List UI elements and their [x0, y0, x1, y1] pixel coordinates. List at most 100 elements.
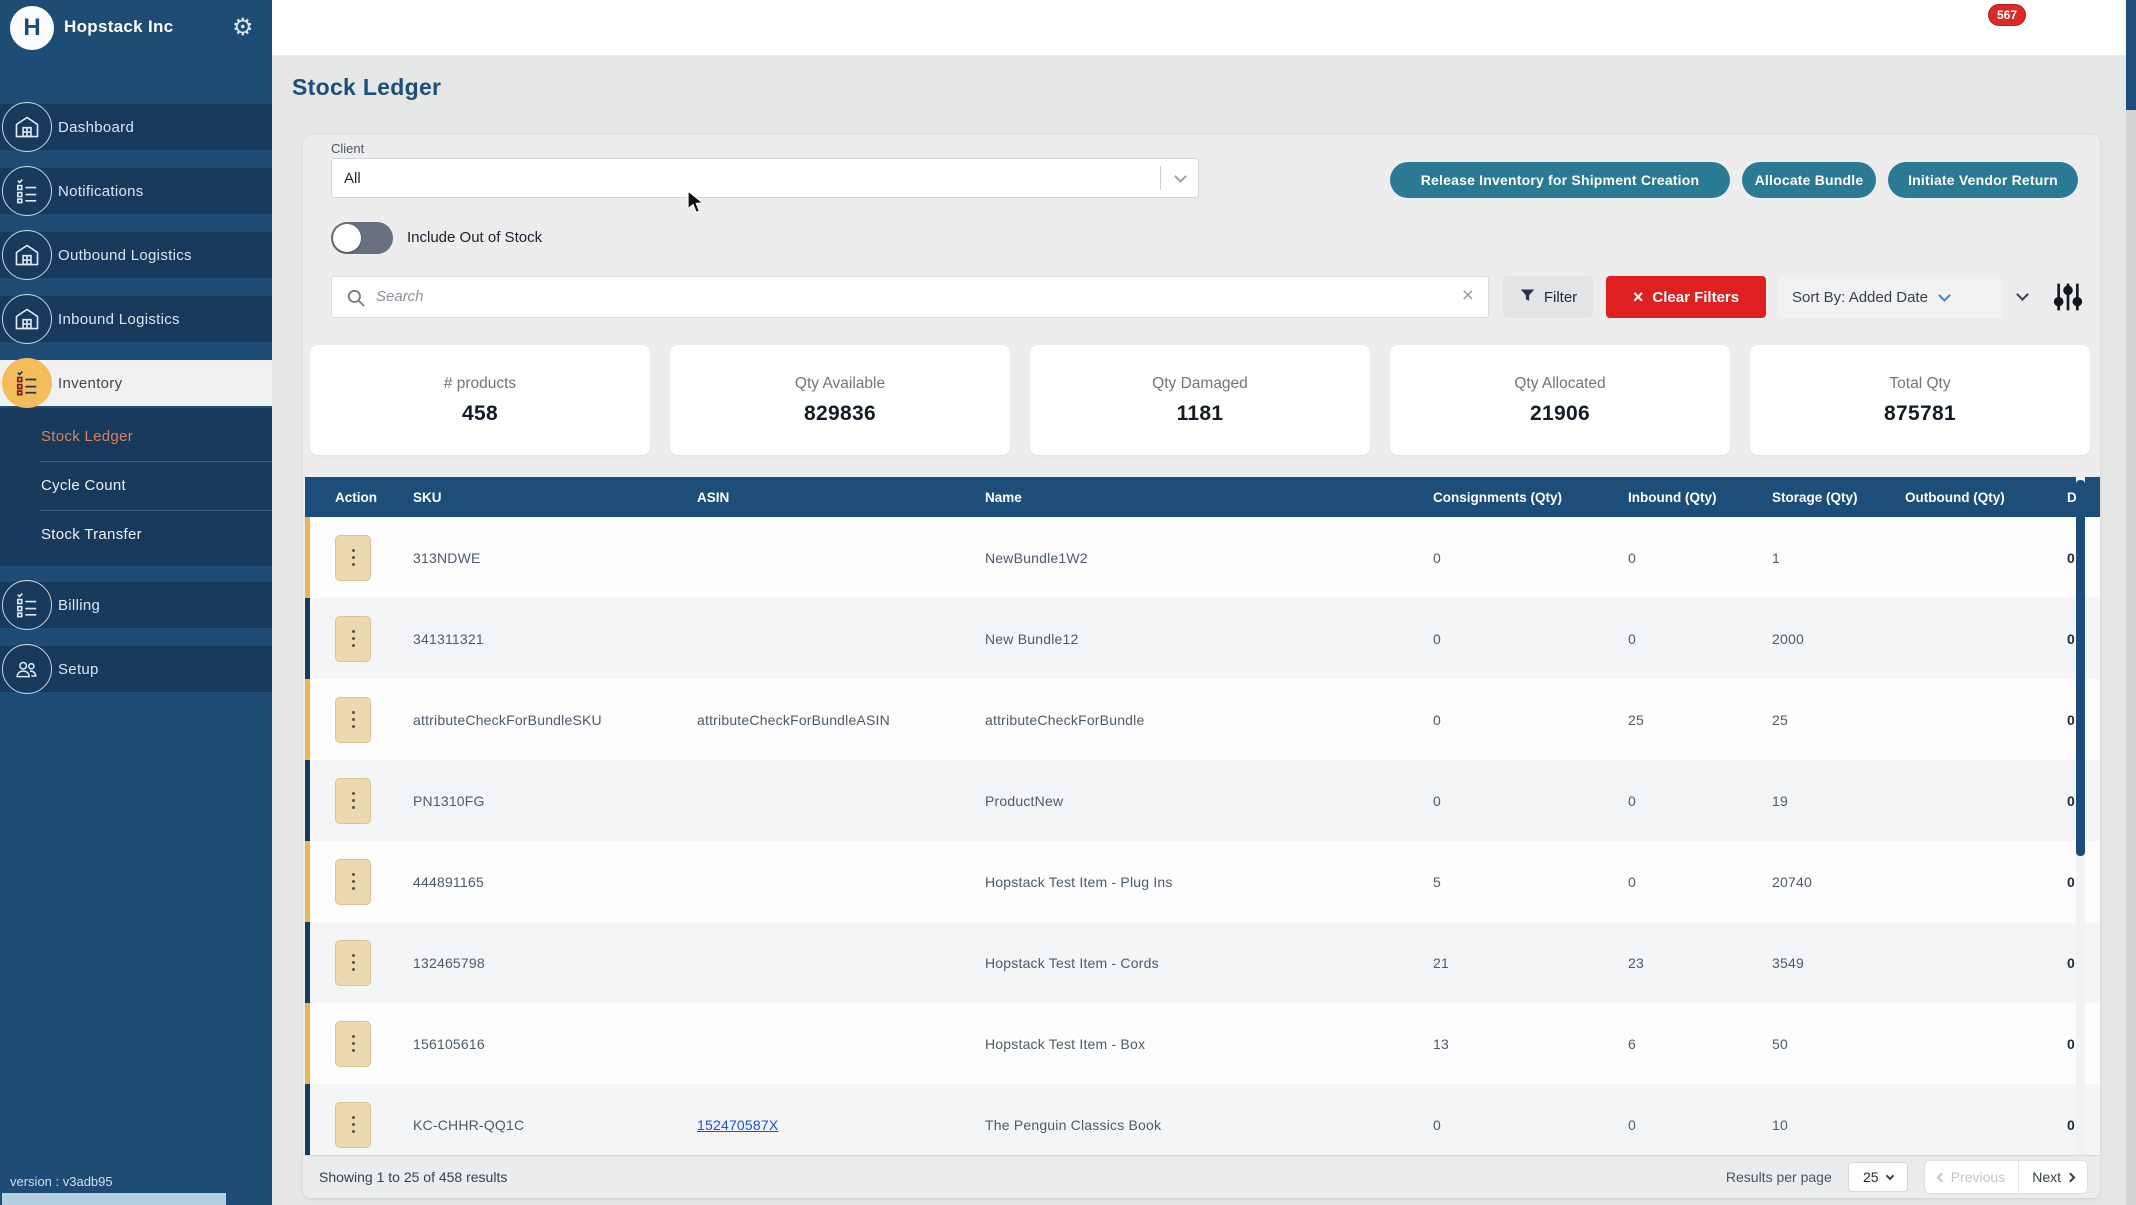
version-info: version : v3adb95: [0, 1172, 272, 1205]
cell-name: Hopstack Test Item - Box: [980, 1036, 1428, 1052]
sidebar-item-inbound-logistics[interactable]: Inbound Logistics: [0, 296, 272, 342]
cell-asin[interactable]: 152470587X: [692, 1117, 980, 1133]
table-row: KC-CHHR-QQ1C 152470587X The Penguin Clas…: [305, 1084, 2100, 1155]
table-row: 156105616 Hopstack Test Item - Box 13 6 …: [305, 1003, 2100, 1084]
row-actions-menu-button[interactable]: [335, 616, 371, 662]
cell-consignments: 0: [1428, 793, 1623, 809]
funnel-icon: [1519, 287, 1536, 308]
table-row: 313NDWE NewBundle1W2 0 0 1 0: [305, 517, 2100, 598]
sidebar-item-label: Outbound Logistics: [58, 247, 192, 264]
sidebar-item-setup[interactable]: Setup: [0, 646, 272, 692]
stat-card-products: # products 458: [310, 345, 650, 455]
search-input[interactable]: Search ×: [331, 276, 1489, 318]
table-row: 444891165 Hopstack Test Item - Plug Ins …: [305, 841, 2100, 922]
sort-label: Sort By: Added Date: [1792, 289, 1928, 306]
page-size-select[interactable]: 25: [1848, 1162, 1908, 1192]
cell-consignments: 5: [1428, 874, 1623, 890]
include-out-of-stock-toggle[interactable]: [331, 222, 393, 254]
divider: [1160, 166, 1161, 190]
cell-consignments: 0: [1428, 712, 1623, 728]
cell-storage: 2000: [1767, 631, 1900, 647]
cell-inbound: 25: [1623, 712, 1767, 728]
row-actions-menu-button[interactable]: [335, 778, 371, 824]
warehouse-icon: [2, 102, 52, 152]
table-body: 313NDWE NewBundle1W2 0 0 1 0 341311321 N…: [305, 517, 2100, 1155]
row-actions-menu-button[interactable]: [335, 1021, 371, 1067]
brand-name: Hopstack Inc: [64, 17, 173, 37]
cell-sku: attributeCheckForBundleSKU: [408, 712, 692, 728]
window-scrollbar-thumb[interactable]: [2126, 0, 2136, 110]
cell-storage: 50: [1767, 1036, 1900, 1052]
cell-consignments: 0: [1428, 631, 1623, 647]
chevron-left-icon: [1936, 1172, 1946, 1182]
sliders-icon[interactable]: [2052, 281, 2084, 318]
client-label: Client: [331, 141, 364, 156]
submenu-item-stock-transfer[interactable]: Stock Transfer: [0, 510, 272, 559]
results-per-page-label: Results per page: [1726, 1169, 1832, 1185]
next-page-button[interactable]: Next: [2019, 1160, 2087, 1194]
cell-sku: 341311321: [408, 631, 692, 647]
chevron-down-icon: [1885, 1171, 1893, 1179]
client-value: All: [344, 170, 361, 187]
cell-name: attributeCheckForBundle: [980, 712, 1428, 728]
client-select[interactable]: All: [331, 158, 1199, 198]
stat-card-total-qty: Total Qty 875781: [1750, 345, 2090, 455]
gear-icon[interactable]: ⚙: [232, 13, 254, 42]
submenu-item-stock-ledger[interactable]: Stock Ledger: [0, 412, 272, 461]
sidebar-item-notifications[interactable]: Notifications: [0, 168, 272, 214]
cell-inbound: 0: [1623, 793, 1767, 809]
cell-sku: KC-CHHR-QQ1C: [408, 1117, 692, 1133]
clear-filters-button[interactable]: × Clear Filters: [1606, 276, 1766, 318]
sidebar: H Hopstack Inc ⚙ Dashboard Notifications…: [0, 0, 272, 1205]
cell-consignments: 13: [1428, 1036, 1623, 1052]
cell-storage: 10: [1767, 1117, 1900, 1133]
table-scrollbar[interactable]: [2076, 477, 2085, 1155]
sidebar-header: H Hopstack Inc ⚙: [0, 0, 272, 56]
window-scrollbar[interactable]: [2126, 0, 2136, 1205]
sidebar-item-billing[interactable]: Billing: [0, 582, 272, 628]
app-root: H Hopstack Inc ⚙ Dashboard Notifications…: [0, 0, 2136, 1205]
allocate-bundle-button[interactable]: Allocate Bundle: [1742, 162, 1876, 198]
sidebar-item-outbound-logistics[interactable]: Outbound Logistics: [0, 232, 272, 278]
clear-search-icon[interactable]: ×: [1462, 284, 1474, 308]
sidebar-item-dashboard[interactable]: Dashboard: [0, 104, 272, 150]
checklist-icon: [2, 166, 52, 216]
table-scrollbar-thumb[interactable]: [2076, 480, 2085, 856]
cell-storage: 25: [1767, 712, 1900, 728]
page-title: Stock Ledger: [292, 74, 441, 101]
checklist-icon: [2, 358, 52, 408]
column-name: Name: [980, 490, 1428, 505]
previous-page-button[interactable]: Previous: [1925, 1160, 2018, 1194]
initiate-vendor-return-button[interactable]: Initiate Vendor Return: [1888, 162, 2078, 198]
filter-label: Filter: [1544, 289, 1577, 306]
submenu-item-cycle-count[interactable]: Cycle Count: [0, 461, 272, 510]
sidebar-item-label: Billing: [58, 597, 100, 614]
filter-button[interactable]: Filter: [1503, 276, 1593, 318]
stat-card-qty-allocated: Qty Allocated 21906: [1390, 345, 1730, 455]
toggle-label: Include Out of Stock: [407, 229, 542, 246]
row-actions-menu-button[interactable]: [335, 697, 371, 743]
cell-inbound: 0: [1623, 550, 1767, 566]
row-actions-menu-button[interactable]: [335, 859, 371, 905]
cell-name: ProductNew: [980, 793, 1428, 809]
sort-by-select[interactable]: Sort By: Added Date: [1778, 276, 2002, 318]
cell-sku: PN1310FG: [408, 793, 692, 809]
row-actions-menu-button[interactable]: [335, 1102, 371, 1148]
column-outbound: Outbound (Qty): [1900, 490, 2062, 505]
table-row: attributeCheckForBundleSKU attributeChec…: [305, 679, 2100, 760]
column-inbound: Inbound (Qty): [1623, 490, 1767, 505]
cell-inbound: 0: [1623, 874, 1767, 890]
release-inventory-button[interactable]: Release Inventory for Shipment Creation: [1390, 162, 1730, 198]
version-highlight: [2, 1193, 226, 1205]
row-actions-menu-button[interactable]: [335, 535, 371, 581]
table-row: PN1310FG ProductNew 0 0 19 0: [305, 760, 2100, 841]
results-summary: Showing 1 to 25 of 458 results: [319, 1169, 507, 1185]
cell-inbound: 0: [1623, 631, 1767, 647]
sidebar-item-inventory[interactable]: Inventory: [0, 360, 272, 406]
sidebar-item-label: Inbound Logistics: [58, 311, 180, 328]
notification-badge[interactable]: 567: [1988, 4, 2026, 26]
row-actions-menu-button[interactable]: [335, 940, 371, 986]
mouse-cursor: [686, 190, 708, 221]
column-action: Action: [310, 490, 408, 505]
chevron-down-icon: [1938, 289, 1951, 302]
